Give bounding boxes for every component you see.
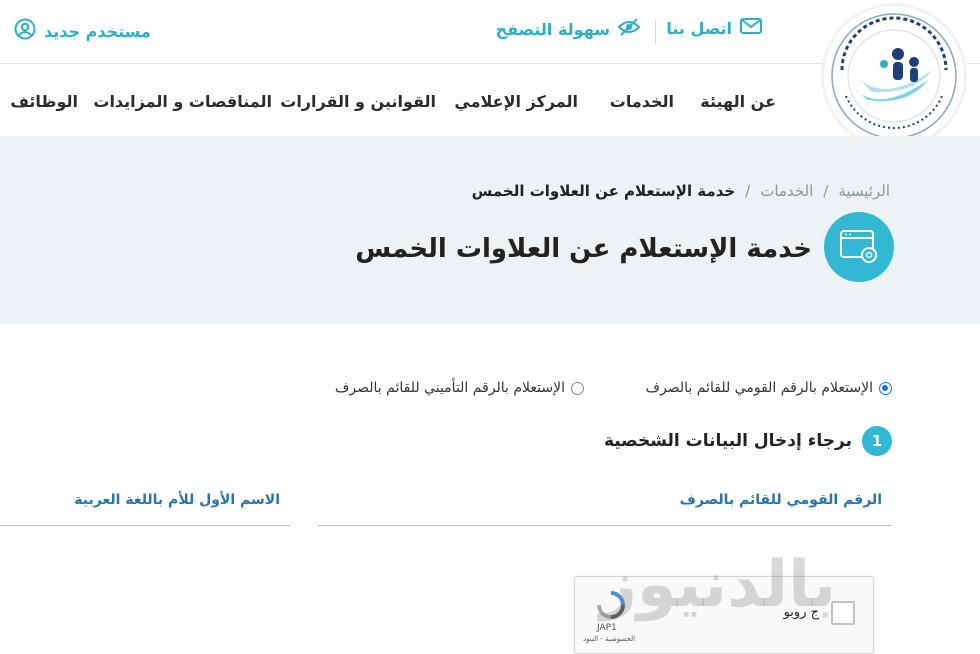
radio-national-id[interactable]: الإستعلام بالرقم القومي للقائم بالصرف	[646, 380, 892, 396]
step-title: برجاء إدخال البيانات الشخصية	[603, 431, 852, 451]
topbar-divider	[655, 20, 656, 44]
breadcrumb-services[interactable]: الخدمات	[760, 182, 813, 200]
breadcrumb-separator: /	[823, 182, 829, 200]
nav-item-about[interactable]: عن الهيئة	[700, 92, 776, 111]
organization-logo[interactable]	[824, 6, 964, 146]
nav-item-media-center[interactable]: المركز الإعلامي	[454, 92, 578, 111]
breadcrumb: الرئيسية / الخدمات / خدمة الإستعلام عن ا…	[472, 182, 890, 200]
national-id-field[interactable]: الرقم القومي للقائم بالصرف	[318, 488, 892, 526]
radio-button-checked[interactable]	[879, 381, 892, 395]
page-banner: الرئيسية / الخدمات / خدمة الإستعلام عن ا…	[0, 136, 980, 324]
radio-national-id-label: الإستعلام بالرقم القومي للقائم بالصرف	[645, 380, 873, 396]
accessibility-link[interactable]: سهولة التصفح	[495, 18, 641, 40]
user-circle-icon	[14, 18, 36, 44]
nav-item-tenders[interactable]: المناقصات و المزايدات	[93, 92, 272, 111]
mother-name-label: الاسم الأول للأم باللغة العربية	[74, 492, 280, 508]
new-user-label: مستخدم جديد	[44, 21, 151, 41]
nav-item-services[interactable]: الخدمات	[610, 92, 674, 111]
step-header: 1 برجاء إدخال البيانات الشخصية	[604, 426, 892, 456]
nav-item-laws[interactable]: القوانين و القرارات	[280, 92, 436, 111]
radio-button[interactable]	[571, 381, 584, 395]
breadcrumb-current: خدمة الإستعلام عن العلاوات الخمس	[471, 182, 736, 200]
radio-insurance-number-label: الإستعلام بالرقم التأميني للقائم بالصرف	[334, 380, 565, 396]
contact-link[interactable]: اتصل بنا	[666, 18, 762, 38]
watermark: بالدنيوز	[600, 548, 837, 622]
page-title: خدمة الإستعلام عن العلاوات الخمس	[355, 234, 812, 264]
envelope-icon	[740, 18, 762, 38]
new-user-link[interactable]: مستخدم جديد	[14, 18, 151, 44]
radio-insurance-number[interactable]: الإستعلام بالرقم التأميني للقائم بالصرف	[335, 380, 584, 396]
eye-slash-icon	[617, 18, 641, 40]
accessibility-label: سهولة التصفح	[495, 19, 610, 39]
recaptcha-brand: JAP1	[597, 623, 617, 633]
breadcrumb-separator: /	[745, 182, 751, 200]
contact-label: اتصل بنا	[666, 18, 732, 38]
logo-emblem-icon	[831, 13, 957, 139]
browser-settings-icon	[824, 212, 894, 282]
breadcrumb-home[interactable]: الرئيسية	[838, 182, 890, 200]
recaptcha-links[interactable]: الخصوصية - البنود	[583, 635, 635, 643]
nav-item-jobs[interactable]: الوظائف	[10, 92, 78, 111]
step-badge: 1	[862, 426, 892, 456]
national-id-label: الرقم القومي للقائم بالصرف	[679, 492, 882, 508]
mother-name-field[interactable]: الاسم الأول للأم باللغة العربية	[0, 488, 290, 526]
